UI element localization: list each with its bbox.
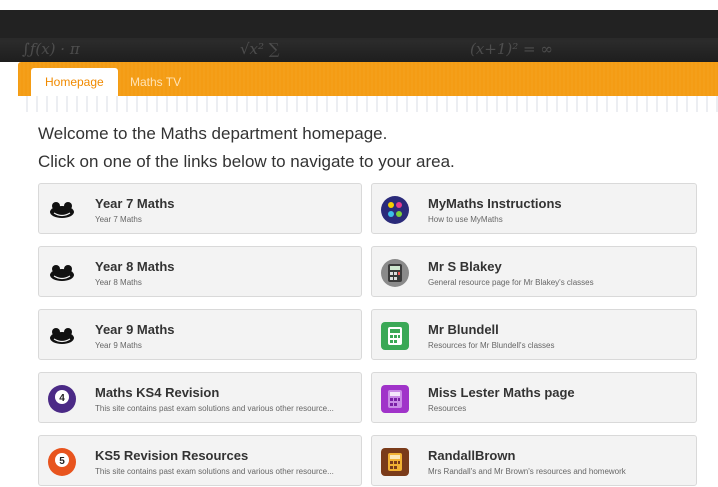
card-subtitle: How to use MyMaths [428, 215, 503, 224]
card-title: Year 8 Maths [95, 259, 175, 274]
card-title: RandallBrown [428, 448, 516, 463]
frog-icon [50, 328, 74, 344]
card-title: MyMaths Instructions [428, 196, 562, 211]
link-card-year-9[interactable]: Year 9 Maths Year 9 Maths [38, 309, 362, 360]
tab-maths-tv[interactable]: Maths TV [116, 68, 195, 96]
svg-text:4: 4 [59, 393, 65, 404]
instructions-text: Click on one of the links below to navig… [38, 152, 455, 171]
nav-bar: Homepage Maths TV [18, 62, 718, 96]
ball-4-icon: 4 [48, 385, 76, 413]
ruler-decoration [18, 96, 718, 116]
link-card-randallbrown[interactable]: RandallBrown Mrs Randall's and Mr Brown'… [371, 435, 697, 486]
link-card-year-8[interactable]: Year 8 Maths Year 8 Maths [38, 246, 362, 297]
card-subtitle: Resources [428, 404, 467, 413]
card-subtitle: Year 8 Maths [95, 278, 142, 287]
card-subtitle: General resource page for Mr Blakey's cl… [428, 278, 594, 287]
calculator-icon [381, 385, 409, 413]
link-card-year-7[interactable]: Year 7 Maths Year 7 Maths [38, 183, 362, 234]
card-subtitle: Year 7 Maths [95, 215, 142, 224]
link-card-miss-lester[interactable]: Miss Lester Maths page Resources [371, 372, 697, 423]
banner-chalk-decoration: ∫ƒ(x) · π [22, 40, 80, 58]
tab-homepage[interactable]: Homepage [31, 68, 118, 96]
mymaths-logo-icon [381, 196, 409, 224]
link-card-ks4-revision[interactable]: 4 Maths KS4 Revision This site contains … [38, 372, 362, 423]
card-subtitle: Mrs Randall's and Mr Brown's resources a… [428, 467, 626, 476]
card-title: Mr Blundell [428, 322, 499, 337]
card-title: KS5 Revision Resources [95, 448, 249, 463]
link-card-mr-blundell[interactable]: Mr Blundell Resources for Mr Blundell's … [371, 309, 697, 360]
calculator-icon [381, 322, 409, 350]
welcome-heading: Welcome to the Maths department homepage… [38, 124, 388, 143]
card-title: Year 9 Maths [95, 322, 175, 337]
card-title: Miss Lester Maths page [428, 385, 575, 400]
link-card-mymaths[interactable]: MyMaths Instructions How to use MyMaths [371, 183, 697, 234]
svg-text:5: 5 [59, 456, 65, 467]
banner-dark-band [0, 10, 718, 38]
header-banner: ∫ƒ(x) · π √x² ∑ (x+1)² = ∞ [0, 10, 718, 62]
calculator-icon [381, 259, 409, 287]
card-subtitle: This site contains past exam solutions a… [95, 467, 334, 476]
calculator-icon [381, 448, 409, 476]
ball-5-icon: 5 [48, 448, 76, 476]
frog-icon [50, 202, 74, 218]
card-subtitle: Year 9 Maths [95, 341, 142, 350]
banner-chalk-decoration: (x+1)² = ∞ [470, 40, 553, 58]
card-title: Mr S Blakey [428, 259, 502, 274]
top-strip [0, 0, 718, 10]
frog-icon [50, 265, 74, 281]
card-title: Year 7 Maths [95, 196, 175, 211]
banner-chalk-decoration: √x² ∑ [240, 40, 280, 58]
card-subtitle: This site contains past exam solutions a… [95, 404, 334, 413]
link-card-mr-blakey[interactable]: Mr S Blakey General resource page for Mr… [371, 246, 697, 297]
link-card-ks5-revision[interactable]: 5 KS5 Revision Resources This site conta… [38, 435, 362, 486]
card-title: Maths KS4 Revision [95, 385, 220, 400]
card-subtitle: Resources for Mr Blundell's classes [428, 341, 555, 350]
